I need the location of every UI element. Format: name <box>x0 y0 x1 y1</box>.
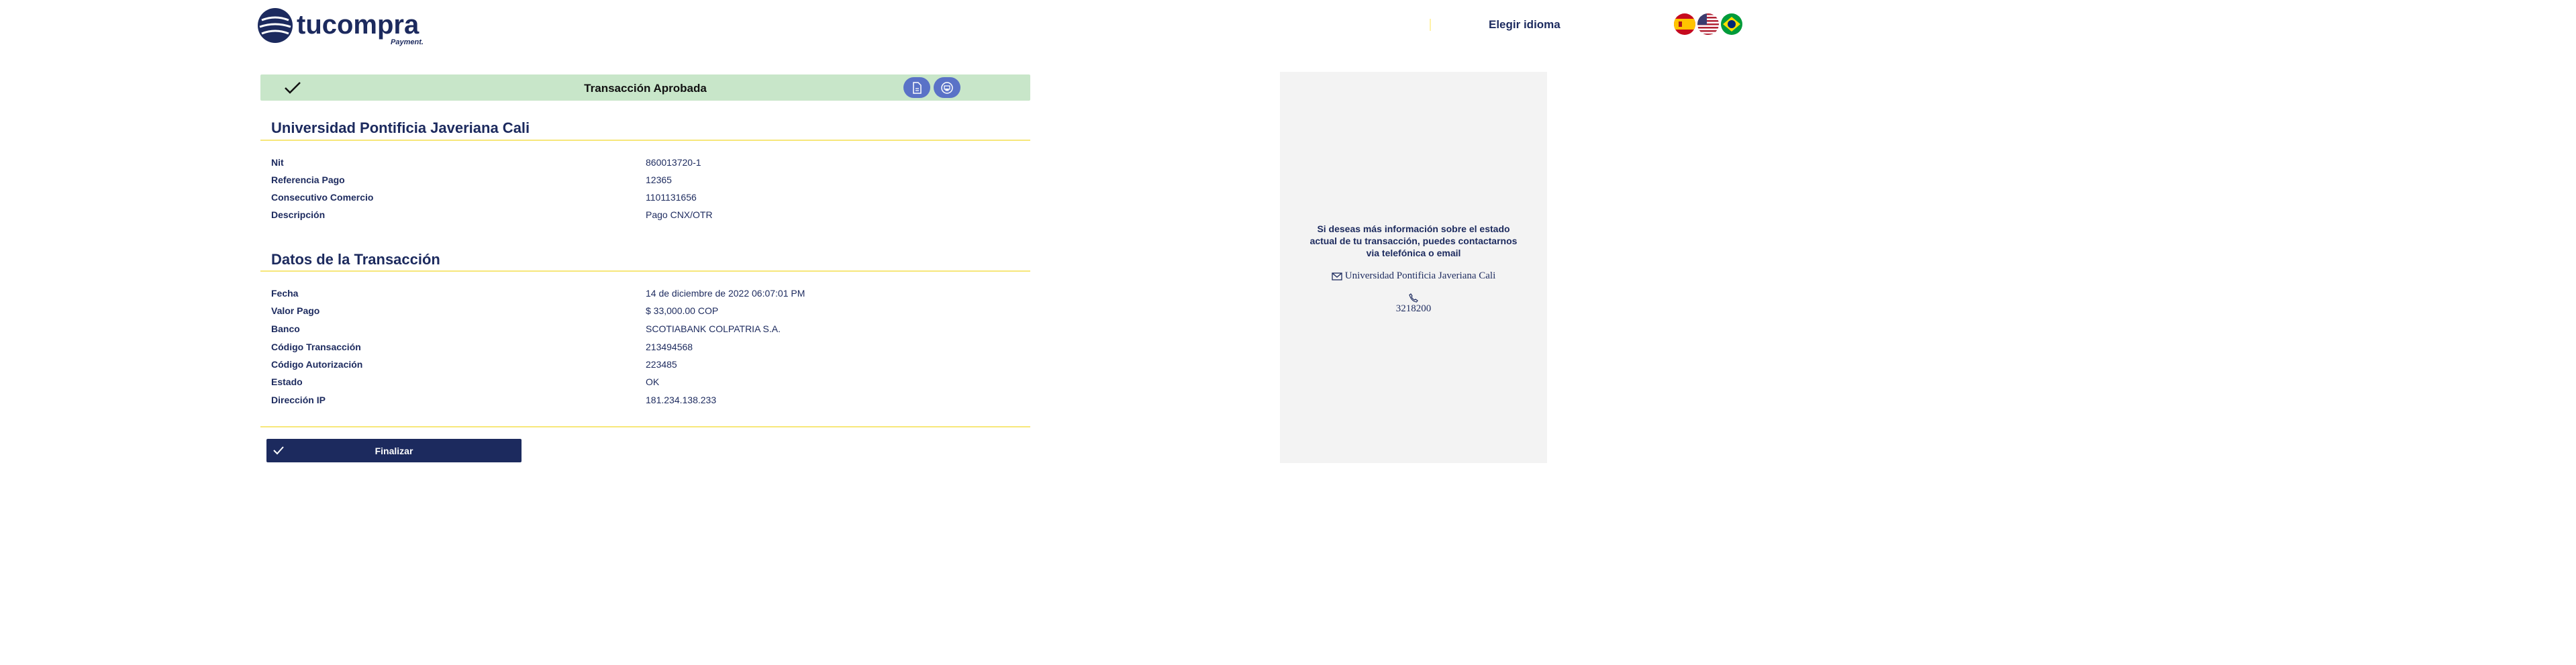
usa-flag-icon[interactable] <box>1697 13 1719 35</box>
section-divider <box>260 270 1030 272</box>
state-value: OK <box>646 376 660 387</box>
contact-company-name: Universidad Pontificia Javeriana Cali <box>1344 270 1496 281</box>
state-label: Estado <box>271 376 303 387</box>
contact-phone: 3218200 <box>1395 303 1432 314</box>
logo-text: tucompra <box>297 10 419 40</box>
logo-subtext: Payment. <box>391 38 424 46</box>
ip-address-label: Dirección IP <box>271 395 326 405</box>
print-icon <box>941 81 953 94</box>
payment-reference-value: 12365 <box>646 174 672 185</box>
nit-value: 860013720-1 <box>646 157 701 168</box>
section-divider <box>260 140 1030 141</box>
language-divider <box>1430 19 1431 31</box>
spain-flag-icon[interactable] <box>1674 13 1695 35</box>
download-pdf-button[interactable] <box>903 77 930 98</box>
transaction-title: Datos de la Transacción <box>271 251 440 268</box>
ip-address-value: 181.234.138.233 <box>646 395 717 405</box>
merchant-title: Universidad Pontificia Javeriana Cali <box>271 119 530 136</box>
nit-label: Nit <box>271 157 284 168</box>
brazil-flag-icon[interactable] <box>1721 13 1742 35</box>
date-value: 14 de diciembre de 2022 06:07:01 PM <box>646 288 805 299</box>
print-button[interactable] <box>934 77 960 98</box>
transaction-code-label: Código Transacción <box>271 342 361 352</box>
choose-language-label: Elegir idioma <box>1489 18 1561 31</box>
transaction-status-bar: Transacción Aprobada <box>260 74 1030 101</box>
merchant-consecutive-value: 1101131656 <box>646 192 697 203</box>
logo-globe-icon <box>258 8 293 43</box>
merchant-consecutive-label: Consecutivo Comercio <box>271 192 374 203</box>
authorization-code-label: Código Autorización <box>271 359 363 370</box>
contact-info-panel: Si deseas más información sobre el estad… <box>1280 72 1547 463</box>
finish-button[interactable]: Finalizar <box>266 439 522 462</box>
envelope-icon <box>1332 272 1342 280</box>
pdf-icon <box>913 81 922 94</box>
tucompra-logo: tucompra Payment. <box>256 5 444 47</box>
payment-amount-label: Valor Pago <box>271 305 320 316</box>
phone-icon <box>1409 293 1418 303</box>
payment-amount-value: $ 33,000.00 COP <box>646 305 719 316</box>
authorization-code-value: 223485 <box>646 359 677 370</box>
description-value: Pago CNX/OTR <box>646 209 713 220</box>
contact-info-text: Si deseas más información sobre el estad… <box>1309 223 1518 258</box>
transaction-code-value: 213494568 <box>646 342 693 352</box>
payment-reference-label: Referencia Pago <box>271 174 345 185</box>
section-divider <box>260 426 1030 427</box>
contact-company: Universidad Pontificia Javeriana Cali <box>1320 270 1507 281</box>
bank-label: Banco <box>271 323 300 334</box>
bank-value: SCOTIABANK COLPATRIA S.A. <box>646 323 781 334</box>
description-label: Descripción <box>271 209 326 220</box>
finish-button-label: Finalizar <box>375 446 413 456</box>
date-label: Fecha <box>271 288 299 299</box>
